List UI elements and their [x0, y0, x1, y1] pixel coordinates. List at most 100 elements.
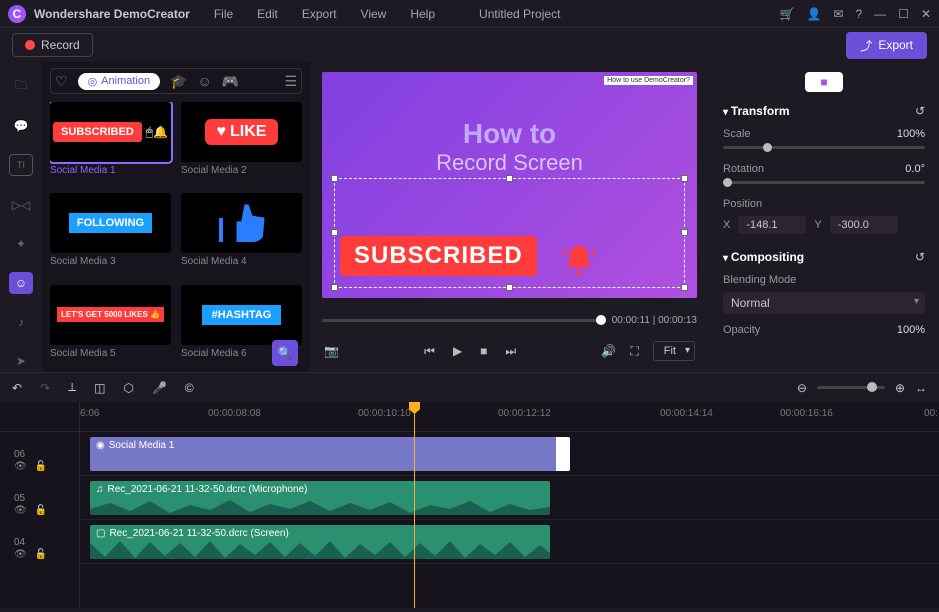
education-tab-icon[interactable]: 🎓 — [170, 73, 187, 90]
play-icon[interactable]: ▶ — [453, 344, 462, 358]
lock-icon[interactable]: 🔓 — [35, 505, 47, 516]
track-04[interactable]: ▢ Rec_2021-06-21 11-32-50.dcrc (Screen) — [80, 520, 939, 564]
time-ruler[interactable]: 6:06 00:00:08:08 00:00:10:10 00:00:12:12… — [80, 402, 939, 432]
clip-screen[interactable]: ▢ Rec_2021-06-21 11-32-50.dcrc (Screen) — [90, 525, 550, 559]
cart-icon[interactable]: 🛒 — [780, 7, 795, 21]
transitions-icon[interactable]: ▷◁ — [9, 194, 33, 215]
playhead[interactable] — [414, 402, 415, 608]
stop-icon[interactable]: ■ — [480, 344, 487, 358]
lock-icon[interactable]: 🔓 — [35, 461, 47, 472]
annotations-icon[interactable]: 💬 — [9, 115, 33, 136]
progress-knob[interactable] — [596, 315, 606, 325]
rotation-slider-knob[interactable] — [723, 178, 732, 187]
clip-microphone[interactable]: ♫ Rec_2021-06-21 11-32-50.dcrc (Micropho… — [90, 481, 550, 515]
split-icon[interactable]: ◫ — [94, 381, 105, 395]
resize-handle-br[interactable] — [681, 284, 688, 291]
progress-bar[interactable] — [322, 319, 606, 322]
rotation-slider[interactable] — [723, 181, 925, 184]
visibility-icon[interactable]: 👁 — [14, 505, 27, 516]
redo-icon[interactable]: ↷ — [40, 381, 50, 395]
fit-select[interactable]: Fit — [653, 341, 695, 361]
prev-frame-icon[interactable]: ⏮ — [424, 344, 435, 359]
maximize-icon[interactable]: ☐ — [898, 7, 909, 21]
ruler-head — [0, 402, 79, 432]
scale-slider[interactable] — [723, 146, 925, 149]
x-field[interactable]: -148.1 — [738, 216, 806, 234]
favorites-tab-icon[interactable]: ♡ — [55, 73, 68, 90]
account-icon[interactable]: 👤 — [806, 7, 821, 21]
record-button[interactable]: Record — [12, 33, 93, 57]
sound-icon[interactable]: ♪ — [9, 312, 33, 333]
close-icon[interactable]: ✕ — [921, 7, 931, 21]
stickers-icon[interactable]: ☺ — [9, 272, 33, 293]
fullscreen-icon[interactable]: ⛶ — [630, 344, 638, 359]
camera-tab-icon[interactable]: ■ — [805, 72, 843, 92]
captions-icon[interactable]: TI — [9, 154, 33, 176]
game-tab-icon[interactable]: 🎮 — [222, 73, 239, 90]
copyright-icon[interactable]: © — [185, 381, 194, 395]
emoji-tab-icon[interactable]: ☺ — [198, 73, 212, 89]
resize-handle-tl[interactable] — [331, 175, 338, 182]
cursor-icon[interactable]: ➤ — [9, 351, 33, 372]
zoom-in-icon[interactable]: ⊕ — [895, 381, 905, 395]
record-label: Record — [41, 38, 80, 52]
subscribed-overlay[interactable]: SUBSCRIBED — [340, 236, 537, 276]
menu-edit[interactable]: Edit — [257, 7, 278, 21]
visibility-icon[interactable]: 👁 — [14, 461, 27, 472]
crop-icon[interactable]: ⟂ — [68, 380, 76, 395]
y-field[interactable]: -300.0 — [830, 216, 898, 234]
tracks-area[interactable]: 6:06 00:00:08:08 00:00:10:10 00:00:12:12… — [80, 402, 939, 608]
zoom-out-icon[interactable]: ⊖ — [797, 381, 807, 395]
asset-item-2[interactable]: ♥LIKE Social Media 2 — [181, 102, 302, 185]
reset-transform-icon[interactable]: ↺ — [915, 104, 925, 118]
track-05[interactable]: ♫ Rec_2021-06-21 11-32-50.dcrc (Micropho… — [80, 476, 939, 520]
snapshot-icon[interactable]: 📷 — [324, 344, 339, 358]
volume-icon[interactable]: 🔊 — [601, 344, 616, 358]
zoom-slider[interactable] — [817, 386, 885, 389]
canvas-project-badge: How to use DemoCreator? — [604, 76, 693, 85]
resize-handle-tm[interactable] — [506, 175, 513, 182]
blend-mode-select[interactable]: Normal — [723, 292, 925, 314]
asset-item-1[interactable]: SUBSCRIBED🖱🔔 Social Media 1 — [50, 102, 171, 185]
search-button[interactable]: 🔍 — [272, 340, 298, 366]
export-button[interactable]: ⤴ Export — [846, 32, 927, 59]
reset-compositing-icon[interactable]: ↺ — [915, 250, 925, 264]
track-head-04[interactable]: 04 👁🔓 — [0, 520, 79, 564]
track-head-06[interactable]: 06 👁🔓 — [0, 432, 79, 476]
menu-view[interactable]: View — [361, 7, 387, 21]
help-icon[interactable]: ? — [855, 7, 862, 21]
resize-handle-ml[interactable] — [331, 229, 338, 236]
menu-help[interactable]: Help — [410, 7, 435, 21]
asset-item-4[interactable]: Social Media 4 — [181, 193, 302, 276]
resize-handle-mr[interactable] — [681, 229, 688, 236]
next-frame-icon[interactable]: ⏭ — [505, 344, 516, 359]
lock-icon[interactable]: 🔓 — [35, 549, 47, 560]
clip-social-media[interactable]: ◉ Social Media 1 — [90, 437, 570, 471]
transform-section-head[interactable]: Transform ↺ — [723, 104, 925, 118]
track-head-05[interactable]: 05 👁🔓 — [0, 476, 79, 520]
media-icon[interactable]: 🗀 — [9, 76, 33, 97]
zoom-fit-icon[interactable]: ↔ — [915, 381, 927, 395]
resize-handle-bm[interactable] — [506, 284, 513, 291]
compositing-section-head[interactable]: Compositing ↺ — [723, 250, 925, 264]
visibility-icon[interactable]: 👁 — [14, 549, 27, 560]
minimize-icon[interactable]: — — [874, 7, 886, 21]
list-view-icon[interactable]: ☰ — [284, 73, 297, 90]
zoom-slider-knob[interactable] — [867, 382, 877, 392]
scale-slider-knob[interactable] — [763, 143, 772, 152]
resize-handle-bl[interactable] — [331, 284, 338, 291]
resize-handle-tr[interactable] — [681, 175, 688, 182]
animation-tab[interactable]: ◎ Animation — [78, 73, 161, 90]
effects-icon[interactable]: ✦ — [9, 233, 33, 254]
track-06[interactable]: ◉ Social Media 1 — [80, 432, 939, 476]
preview-canvas[interactable]: How to use DemoCreator? How to Record Sc… — [322, 72, 697, 298]
mail-icon[interactable]: ✉ — [833, 7, 843, 21]
asset-item-5[interactable]: LET'S GET 5000 LIKES 👍 Social Media 5 — [50, 285, 171, 368]
voiceover-icon[interactable]: 🎤 — [152, 381, 167, 395]
menu-export[interactable]: Export — [302, 7, 337, 21]
menu-file[interactable]: File — [214, 7, 233, 21]
asset-item-3[interactable]: FOLLOWING Social Media 3 — [50, 193, 171, 276]
undo-icon[interactable]: ↶ — [12, 381, 22, 395]
marker-icon[interactable]: ⬡ — [123, 381, 133, 395]
search-icon: 🔍 — [278, 346, 293, 360]
